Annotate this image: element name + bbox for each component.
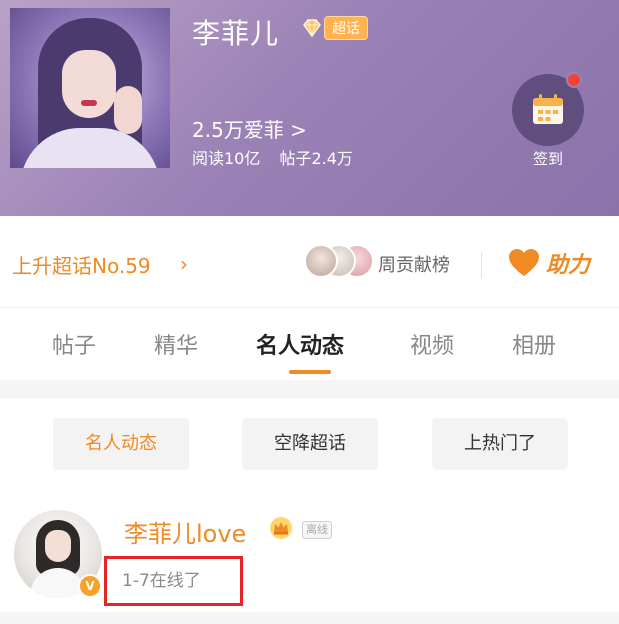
post-username[interactable]: 李菲儿love [124, 514, 246, 549]
active-tab-indicator [289, 370, 331, 374]
rank-row: 上升超话No.59 › 周贡献榜 助力 [0, 216, 619, 308]
cover-face [62, 50, 116, 118]
tab-posts[interactable]: 帖子 [52, 328, 96, 360]
filter-airdrop-topic[interactable]: 空降超话 [242, 418, 378, 470]
section-separator [0, 380, 619, 398]
checkin-label: 签到 [532, 150, 563, 168]
topic-cover-image[interactable] [10, 8, 170, 168]
tab-featured[interactable]: 精华 [154, 328, 198, 360]
highlight-annotation-box [104, 556, 243, 606]
notification-dot [566, 72, 582, 88]
topic-stats: 阅读10亿 帖子2.4万 [192, 145, 353, 169]
topic-tabs: 帖子 精华 名人动态 视频 相册 [0, 318, 619, 378]
boost-label: 助力 [546, 253, 591, 278]
fans-count-link[interactable]: 2.5万爱菲 > [192, 114, 307, 143]
avatar-face [45, 530, 71, 562]
read-count: 阅读10亿 [192, 149, 261, 168]
bottom-separator [0, 612, 619, 624]
cover-hand [114, 86, 142, 134]
post-count: 帖子2.4万 [279, 149, 353, 168]
heart-icon [509, 249, 539, 276]
weekly-contribution-link[interactable]: 周贡献榜 [378, 251, 450, 277]
contributor-avatar [304, 244, 338, 278]
super-topic-badge: 超话 [324, 16, 368, 40]
divider [481, 252, 482, 278]
filter-celebrity-updates[interactable]: 名人动态 [53, 418, 189, 470]
tab-albums[interactable]: 相册 [512, 328, 556, 360]
contributor-avatars[interactable] [304, 244, 374, 278]
cover-lips [81, 100, 97, 106]
boost-button[interactable]: 助力 [508, 246, 590, 280]
filter-trending[interactable]: 上热门了 [432, 418, 568, 470]
offline-status-badge: 离线 [302, 521, 332, 539]
chevron-right-icon: › [180, 252, 188, 276]
calendar-icon [533, 94, 563, 124]
tab-celebrity-updates[interactable]: 名人动态 [256, 328, 344, 360]
verified-badge-icon: V [78, 574, 102, 598]
tab-videos[interactable]: 视频 [410, 328, 454, 360]
rank-link[interactable]: 上升超话No.59 [12, 250, 151, 279]
topic-title: 李菲儿 [192, 17, 280, 50]
crown-icon [270, 517, 292, 539]
diamond-icon [303, 19, 321, 38]
